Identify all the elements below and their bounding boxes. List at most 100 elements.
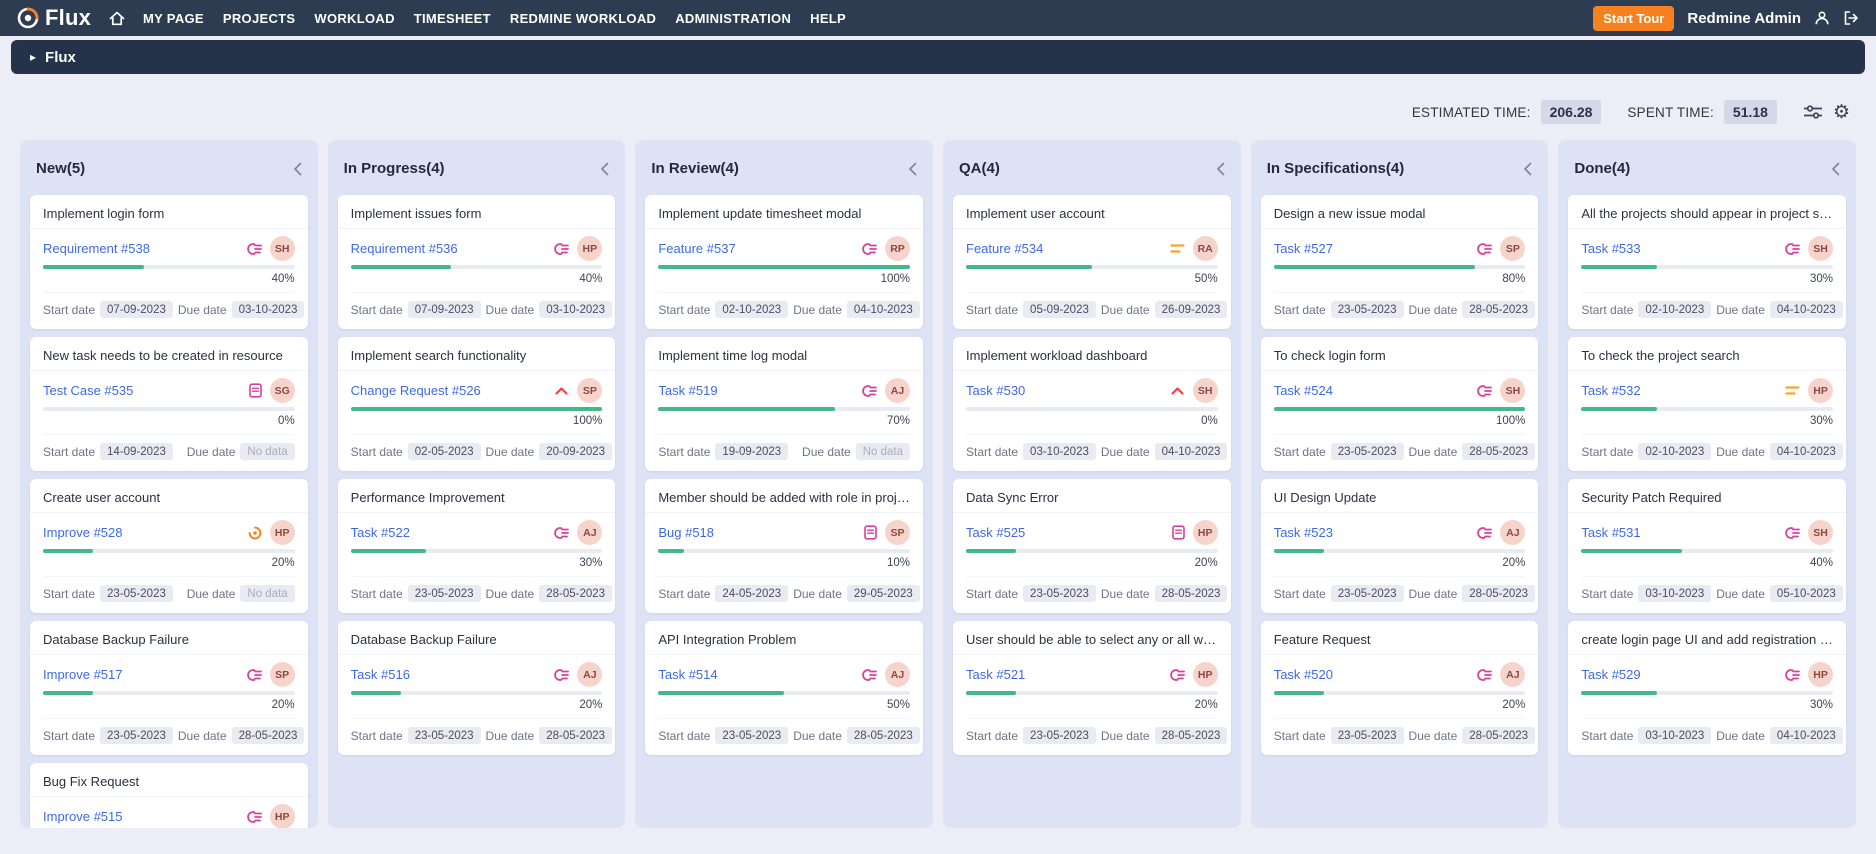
- issue-card[interactable]: Data Sync Error Task #525 HP 20% Start d…: [953, 479, 1231, 613]
- column-title: New(5): [36, 160, 85, 177]
- start-date-value: 14-09-2023: [100, 443, 173, 460]
- assignee-avatar: RA: [1193, 236, 1218, 261]
- issue-link[interactable]: Task #529: [1581, 667, 1640, 682]
- progress-bar: [1274, 691, 1526, 695]
- issue-card[interactable]: Security Patch Required Task #531 SH 40%…: [1568, 479, 1846, 613]
- issue-link[interactable]: Feature #537: [658, 241, 735, 256]
- column-title: In Progress(4): [344, 160, 445, 177]
- issue-link[interactable]: Task #530: [966, 383, 1025, 398]
- issue-link[interactable]: Improve #517: [43, 667, 123, 682]
- issue-card[interactable]: Bug Fix Request Improve #515 HP 20% Star…: [30, 763, 308, 828]
- issue-link[interactable]: Task #525: [966, 525, 1025, 540]
- nav-item-my-page[interactable]: MY PAGE: [143, 11, 204, 26]
- due-date-label: Due date: [1409, 303, 1458, 317]
- card-body: Task #525 HP 20% Start date 23-05-2023 D…: [953, 513, 1231, 613]
- start-tour-button[interactable]: Start Tour: [1593, 6, 1674, 31]
- card-title: create login page UI and add registratio…: [1568, 621, 1846, 655]
- logged-in-user[interactable]: Redmine Admin: [1687, 10, 1801, 27]
- logout-icon[interactable]: [1843, 10, 1860, 26]
- issue-link[interactable]: Task #516: [351, 667, 410, 682]
- issue-link[interactable]: Improve #515: [43, 809, 123, 824]
- issue-link[interactable]: Task #514: [658, 667, 717, 682]
- issue-link[interactable]: Improve #528: [43, 525, 123, 540]
- progress-fill: [1274, 549, 1324, 553]
- nav-item-administration[interactable]: ADMINISTRATION: [675, 11, 791, 26]
- issue-card[interactable]: Database Backup Failure Task #516 AJ 20%…: [338, 621, 616, 755]
- due-date-label: Due date: [1716, 303, 1765, 317]
- nav-item-redmine-workload[interactable]: REDMINE WORKLOAD: [510, 11, 656, 26]
- collapse-column-icon[interactable]: [293, 162, 302, 176]
- collapse-column-icon[interactable]: [600, 162, 609, 176]
- issue-link[interactable]: Task #532: [1581, 383, 1640, 398]
- due-date-label: Due date: [793, 729, 842, 743]
- card-title: Implement issues form: [338, 195, 616, 229]
- start-date-label: Start date: [966, 303, 1018, 317]
- issue-link[interactable]: Task #524: [1274, 383, 1333, 398]
- due-date-value: 28-05-2023: [1462, 585, 1535, 602]
- issue-link[interactable]: Task #519: [658, 383, 717, 398]
- issue-card[interactable]: To check the project search Task #532 HP…: [1568, 337, 1846, 471]
- breadcrumb[interactable]: ▸ Flux: [11, 40, 1865, 74]
- issue-link[interactable]: Task #527: [1274, 241, 1333, 256]
- issue-link[interactable]: Task #531: [1581, 525, 1640, 540]
- nav-item-timesheet[interactable]: TIMESHEET: [414, 11, 491, 26]
- issue-card[interactable]: UI Design Update Task #523 AJ 20% Start …: [1261, 479, 1539, 613]
- flux-logo[interactable]: Flux: [16, 5, 91, 31]
- issue-link[interactable]: Test Case #535: [43, 383, 133, 398]
- issue-link[interactable]: Task #533: [1581, 241, 1640, 256]
- issue-card[interactable]: create login page UI and add registratio…: [1568, 621, 1846, 755]
- issue-card[interactable]: Implement update timesheet modal Feature…: [645, 195, 923, 329]
- card-body: Task #529 HP 30% Start date 03-10-2023 D…: [1568, 655, 1846, 755]
- collapse-column-icon[interactable]: [1831, 162, 1840, 176]
- issue-card[interactable]: Create user account Improve #528 HP 20% …: [30, 479, 308, 613]
- issue-card[interactable]: Database Backup Failure Improve #517 SP …: [30, 621, 308, 755]
- progress-label: 100%: [658, 273, 910, 285]
- issue-link[interactable]: Feature #534: [966, 241, 1043, 256]
- nav-item-projects[interactable]: PROJECTS: [223, 11, 295, 26]
- issue-link[interactable]: Requirement #536: [351, 241, 458, 256]
- issue-link[interactable]: Bug #518: [658, 525, 714, 540]
- issue-link[interactable]: Requirement #538: [43, 241, 150, 256]
- tracker-list-icon: [860, 384, 877, 398]
- tracker-list-icon: [1783, 526, 1800, 540]
- collapse-column-icon[interactable]: [908, 162, 917, 176]
- issue-card[interactable]: Performance Improvement Task #522 AJ 30%…: [338, 479, 616, 613]
- issue-link[interactable]: Task #523: [1274, 525, 1333, 540]
- issue-card[interactable]: API Integration Problem Task #514 AJ 50%…: [645, 621, 923, 755]
- user-icon[interactable]: [1814, 10, 1830, 26]
- issue-card[interactable]: Implement issues form Requirement #536 H…: [338, 195, 616, 329]
- collapse-column-icon[interactable]: [1523, 162, 1532, 176]
- issue-link[interactable]: Task #522: [351, 525, 410, 540]
- issue-card[interactable]: Implement workload dashboard Task #530 S…: [953, 337, 1231, 471]
- collapse-column-icon[interactable]: [1216, 162, 1225, 176]
- card-title: Design a new issue modal: [1261, 195, 1539, 229]
- issue-card[interactable]: To check login form Task #524 SH 100% St…: [1261, 337, 1539, 471]
- issue-card[interactable]: New task needs to be created in resource…: [30, 337, 308, 471]
- issue-card[interactable]: Implement time log modal Task #519 AJ 70…: [645, 337, 923, 471]
- issue-card[interactable]: Member should be added with role in proj…: [645, 479, 923, 613]
- progress-fill: [351, 407, 603, 411]
- issue-card[interactable]: Implement user account Feature #534 RA 5…: [953, 195, 1231, 329]
- issue-link[interactable]: Change Request #526: [351, 383, 481, 398]
- due-date-value: No data: [240, 585, 294, 602]
- settings-gear-icon[interactable]: ⚙: [1833, 103, 1850, 122]
- issue-card[interactable]: Implement login form Requirement #538 SH…: [30, 195, 308, 329]
- chevron-up-icon: [1170, 386, 1185, 396]
- issue-card[interactable]: Feature Request Task #520 AJ 20% Start d…: [1261, 621, 1539, 755]
- card-body: Change Request #526 SP 100% Start date 0…: [338, 371, 616, 471]
- assignee-avatar: AJ: [885, 662, 910, 687]
- caret-right-icon: ▸: [30, 50, 36, 64]
- issue-card[interactable]: All the projects should appear in projec…: [1568, 195, 1846, 329]
- issue-card[interactable]: Implement search functionality Change Re…: [338, 337, 616, 471]
- filter-sliders-icon[interactable]: [1803, 104, 1823, 120]
- home-icon[interactable]: [109, 11, 125, 26]
- issue-link[interactable]: Task #520: [1274, 667, 1333, 682]
- nav-item-help[interactable]: HELP: [810, 11, 846, 26]
- card-body: Task #527 SP 80% Start date 23-05-2023 D…: [1261, 229, 1539, 329]
- nav-item-workload[interactable]: WORKLOAD: [314, 11, 394, 26]
- issue-card[interactable]: Design a new issue modal Task #527 SP 80…: [1261, 195, 1539, 329]
- issue-card[interactable]: User should be able to select any or all…: [953, 621, 1231, 755]
- issue-link[interactable]: Task #521: [966, 667, 1025, 682]
- progress-fill: [966, 265, 1092, 269]
- column-cards: Implement login form Requirement #538 SH…: [20, 189, 318, 828]
